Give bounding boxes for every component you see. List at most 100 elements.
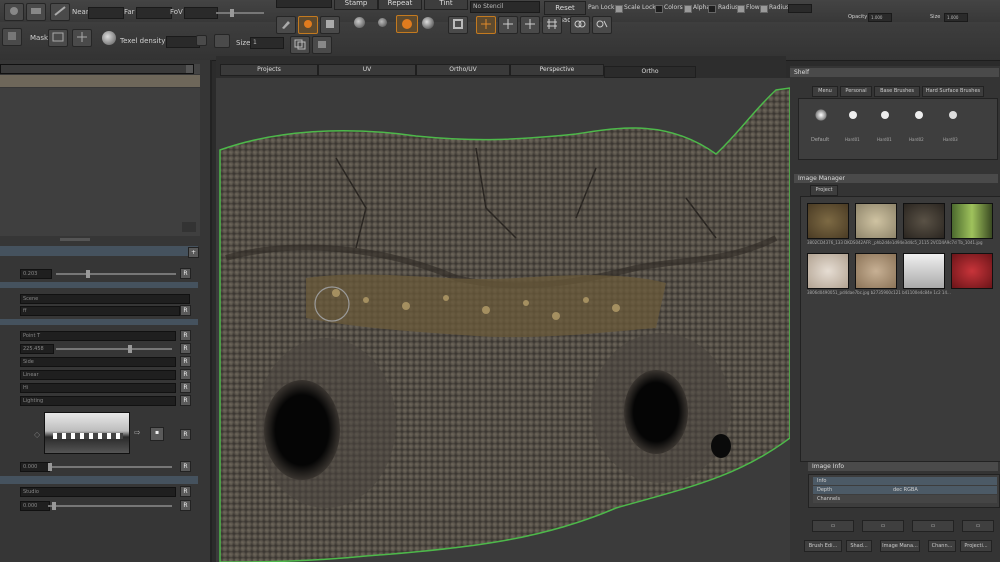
delete-image-icon[interactable]: ▭ xyxy=(962,520,994,532)
reset-button-4[interactable]: R xyxy=(180,343,191,354)
globe-icon[interactable] xyxy=(102,31,116,45)
pan-lock-checkbox[interactable] xyxy=(615,5,623,13)
far-field[interactable] xyxy=(136,7,172,19)
export-image-icon[interactable]: ▭ xyxy=(912,520,954,532)
texel-density-field[interactable] xyxy=(166,36,200,48)
bottom-tab-brush-editor[interactable]: Brush Edi... xyxy=(804,540,842,552)
shelf-tab-base-brushes[interactable]: Base Brushes xyxy=(874,86,920,97)
sphere-icon-3[interactable] xyxy=(422,17,434,29)
reset-button-11[interactable]: R xyxy=(180,486,191,497)
reset-button-1[interactable]: R xyxy=(180,268,191,279)
slider-1[interactable] xyxy=(56,270,176,278)
slider-2[interactable] xyxy=(56,345,172,353)
dropdown-5[interactable]: Linear xyxy=(20,370,176,380)
unlink-icon[interactable] xyxy=(592,16,612,34)
value-field-3[interactable]: 0.000 xyxy=(20,462,50,472)
dropdown-1[interactable]: Scene xyxy=(20,294,190,304)
reset-image-button[interactable]: Reset Image xyxy=(544,1,586,24)
fov-field[interactable] xyxy=(184,7,218,19)
scale-icon[interactable] xyxy=(542,16,562,34)
size-field[interactable]: 1 xyxy=(250,37,284,49)
mode-dropdown[interactable] xyxy=(276,0,332,8)
tab-ortho-uv[interactable]: Ortho/UV xyxy=(416,64,510,76)
paint-tool-icon[interactable] xyxy=(298,16,318,34)
dropdown-3[interactable]: Point T xyxy=(20,331,176,341)
paste-icon[interactable] xyxy=(312,36,332,54)
reset-button-3[interactable]: R xyxy=(180,330,191,341)
mask-grid-icon[interactable] xyxy=(48,29,68,47)
brush-default-icon[interactable] xyxy=(815,109,827,121)
dropdown-6[interactable]: Hi xyxy=(20,383,176,393)
reset-button-8[interactable]: R xyxy=(180,395,191,406)
film-icon[interactable] xyxy=(26,3,46,21)
shelf-tab-hard-surface[interactable]: Hard Surface Brushes xyxy=(922,86,984,97)
reset-button-12[interactable]: R xyxy=(180,500,191,511)
section-header-1[interactable] xyxy=(0,246,198,256)
value-field-1[interactable]: 0.203 xyxy=(20,269,52,279)
image-thumb-7[interactable] xyxy=(903,253,945,289)
orange-sphere-icon[interactable] xyxy=(396,15,418,33)
dropdown-7[interactable]: Lighting xyxy=(20,396,176,406)
slider-4[interactable] xyxy=(48,502,172,510)
stamp-tool-icon[interactable] xyxy=(320,16,340,34)
image-thumb-1[interactable] xyxy=(807,203,849,239)
dropdown-8[interactable]: Studio xyxy=(20,487,176,497)
reset-button-7[interactable]: R xyxy=(180,382,191,393)
selected-layer-row[interactable] xyxy=(0,75,200,87)
colors-checkbox[interactable] xyxy=(684,5,692,13)
image-manager-tab-project[interactable]: Project xyxy=(810,185,838,196)
reset-button-2[interactable]: R xyxy=(180,305,191,316)
camera-icon[interactable] xyxy=(4,3,24,21)
value-field-4[interactable]: 0.000 xyxy=(20,501,50,511)
pin-icon[interactable] xyxy=(214,34,230,48)
load-icon[interactable]: ▪ xyxy=(150,427,164,441)
reset-button-10[interactable]: R xyxy=(180,461,191,472)
bottom-tab-channels[interactable]: Chann... xyxy=(928,540,956,552)
shelf-tab-menu[interactable]: Menu xyxy=(812,86,838,97)
slider-3[interactable] xyxy=(48,463,172,471)
cube-icon[interactable] xyxy=(2,28,22,46)
alpha-checkbox[interactable] xyxy=(708,5,716,13)
dropdown-2[interactable]: ff xyxy=(20,306,180,316)
sphere-icon-2[interactable] xyxy=(378,18,387,27)
tab-uv[interactable]: UV xyxy=(318,64,416,76)
image-thumb-5[interactable] xyxy=(807,253,849,289)
texel-density-spinner[interactable] xyxy=(196,35,207,46)
near-field[interactable] xyxy=(88,7,124,19)
square-icon[interactable] xyxy=(448,16,468,34)
image-thumb-3[interactable] xyxy=(903,203,945,239)
brush-hard02-icon[interactable] xyxy=(915,111,923,119)
splitter-handle[interactable] xyxy=(60,238,90,241)
uv-grid-icon[interactable] xyxy=(72,29,92,47)
link-icon[interactable] xyxy=(570,16,590,34)
image-thumb-4[interactable] xyxy=(951,203,993,239)
cloud-icon[interactable] xyxy=(182,222,196,232)
stencil-dropdown[interactable]: No Stencil xyxy=(470,1,540,13)
dropdown-4[interactable]: Side xyxy=(20,357,176,367)
rotate-icon[interactable] xyxy=(520,16,540,34)
size-field-top[interactable]: 1.000 xyxy=(944,13,968,22)
tab-ortho[interactable]: Ortho xyxy=(604,66,696,78)
scale-lock-checkbox[interactable] xyxy=(655,5,663,13)
sphere-icon-1[interactable] xyxy=(354,17,365,28)
move-icon[interactable] xyxy=(498,16,518,34)
flow-checkbox[interactable] xyxy=(760,5,768,13)
brush-hard01-icon[interactable] xyxy=(849,111,857,119)
reset-button-9[interactable]: R xyxy=(180,429,191,440)
environment-preview-image[interactable] xyxy=(44,412,130,454)
arrow-right-icon[interactable]: ⇨ xyxy=(134,428,141,437)
copy-icon[interactable] xyxy=(290,36,310,54)
repeat-button[interactable]: Repeat xyxy=(378,0,422,10)
import-image-icon[interactable]: ▭ xyxy=(862,520,904,532)
transform-icon[interactable] xyxy=(476,16,496,34)
brush-hard03-icon[interactable] xyxy=(949,111,957,119)
left-panel-dropdown[interactable] xyxy=(0,64,194,74)
fov-slider[interactable] xyxy=(216,9,264,17)
image-thumb-6[interactable] xyxy=(855,253,897,289)
opacity-field[interactable]: 1.000 xyxy=(868,13,892,22)
tab-projects[interactable]: Projects xyxy=(220,64,318,76)
add-button[interactable]: + xyxy=(188,247,199,258)
tint-button[interactable]: Tint xyxy=(424,0,468,10)
value-field-2[interactable]: 225.458 xyxy=(20,344,54,354)
new-image-icon[interactable]: ▭ xyxy=(812,520,854,532)
